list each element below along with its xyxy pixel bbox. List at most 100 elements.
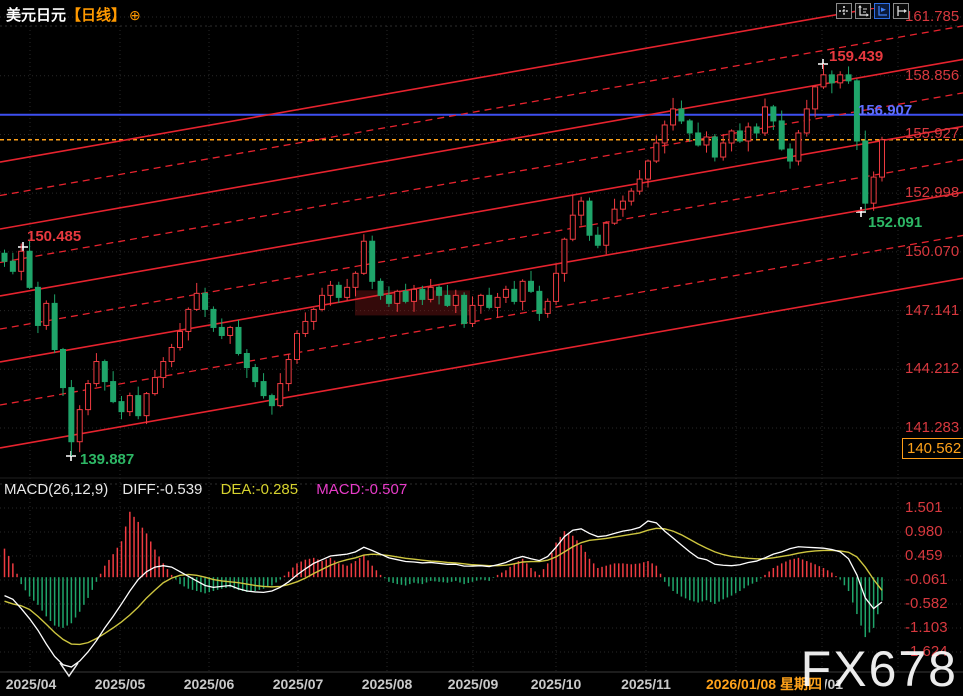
candle-body [203, 293, 208, 309]
candle-body [102, 362, 107, 382]
candle-body [111, 382, 116, 402]
candle-body [186, 309, 191, 331]
candle-body [804, 109, 809, 133]
candle-body [462, 295, 467, 323]
candle-body [144, 394, 149, 416]
candle-body [721, 143, 726, 157]
candle-body [428, 287, 433, 299]
candle-body [119, 402, 124, 412]
candle-body [169, 347, 174, 361]
macd-axis-label: -0.061 [905, 572, 948, 587]
time-axis-label: 2025/06 [184, 677, 235, 691]
candle-body [679, 109, 684, 121]
candle-body [737, 131, 742, 141]
candle-body [838, 75, 843, 83]
candle-body [645, 161, 650, 179]
candle-body [570, 215, 575, 239]
candle-body [495, 297, 500, 307]
candle-body [52, 303, 57, 349]
candle-body [236, 327, 241, 353]
candle-body [579, 201, 584, 215]
price-axis-label: 158.856 [905, 68, 959, 83]
candle-body [863, 141, 868, 203]
candle-body [152, 378, 157, 394]
candle-body [370, 241, 375, 281]
price-axis-label: 161.785 [905, 9, 959, 24]
candle-body [545, 301, 550, 313]
candle-body [27, 251, 32, 287]
candle-body [520, 281, 525, 301]
axis-scale-icon [857, 5, 869, 17]
flag-icon [876, 5, 888, 17]
macd-histogram [5, 512, 882, 637]
move-icon [838, 5, 850, 17]
candle-body [829, 75, 834, 83]
price-marker-label-low-april: 139.887 [80, 452, 134, 467]
time-axis-label: 2025/08 [362, 677, 413, 691]
time-axis-label: 2025/11 [621, 677, 671, 691]
candle-body [687, 121, 692, 133]
add-indicator-icon[interactable]: ⊕ [129, 7, 141, 23]
macd-axis-label: -1.103 [905, 620, 948, 635]
candle-body [662, 125, 667, 143]
pan-right-tool-button[interactable] [893, 3, 909, 19]
candle-body [478, 295, 483, 305]
candle-body [177, 331, 182, 347]
price-axis-label: 141.283 [905, 420, 959, 435]
candle-body [361, 241, 366, 273]
chart-canvas[interactable] [0, 0, 963, 696]
candle-body [411, 289, 416, 301]
flag-annotation-tool-button[interactable] [874, 3, 890, 19]
diff-line [5, 521, 882, 667]
channel-line [0, 0, 963, 162]
price-axis-label: 152.998 [905, 185, 959, 200]
price-axis-label: 155.927 [905, 126, 959, 141]
candle-body [420, 289, 425, 299]
candle-body [10, 261, 15, 271]
move-tool-button[interactable] [836, 3, 852, 19]
macd-indicator-header: MACD(26,12,9) DIFF:-0.539 DEA:-0.285 MAC… [4, 481, 407, 498]
candle-body [796, 133, 801, 161]
candle-body [253, 368, 258, 382]
candle-body [336, 285, 341, 297]
candle-body [620, 201, 625, 209]
channel-line [0, 93, 963, 263]
channel-line [0, 235, 963, 405]
channel-line [0, 192, 963, 362]
title-bar: 美元日元【日线】⊕ [6, 4, 141, 25]
candle-body [211, 309, 216, 327]
candle-body [353, 273, 358, 287]
candle-body [879, 140, 884, 177]
candle-body [261, 382, 266, 396]
candle-body [311, 309, 316, 321]
candle-body [846, 75, 851, 81]
candle-body [86, 384, 91, 410]
price-axis-label: 144.212 [905, 361, 959, 376]
candle-body [378, 281, 383, 295]
candle-body [562, 239, 567, 273]
candle-body [654, 143, 659, 161]
selected-line-price-box[interactable]: 140.562 [902, 438, 963, 459]
candle-body [286, 360, 291, 384]
price-marker-label-high-january: 159.439 [829, 49, 883, 64]
horizontal-line-price-label[interactable]: 156.907 [858, 103, 912, 118]
candle-body [537, 291, 542, 313]
candle-body [470, 305, 475, 323]
dea-line [5, 528, 882, 644]
macd-diff-value: DIFF:-0.539 [122, 481, 202, 498]
candle-body [696, 133, 701, 145]
fx678-watermark: FX678 [801, 640, 958, 696]
macd-axis-label: 1.501 [905, 500, 943, 515]
candle-body [671, 109, 676, 125]
candle-body [779, 121, 784, 149]
price-axis-label: 147.141 [905, 303, 959, 318]
time-axis-label: 2025/04 [6, 677, 57, 691]
candle-body [77, 410, 82, 442]
macd-macd-value: MACD:-0.507 [316, 481, 407, 498]
chart-toolbar [836, 3, 909, 19]
candle-body [269, 396, 274, 406]
axis-scale-tool-button[interactable] [855, 3, 871, 19]
candle-body [278, 384, 283, 406]
candle-body [587, 201, 592, 235]
candle-body [595, 235, 600, 245]
